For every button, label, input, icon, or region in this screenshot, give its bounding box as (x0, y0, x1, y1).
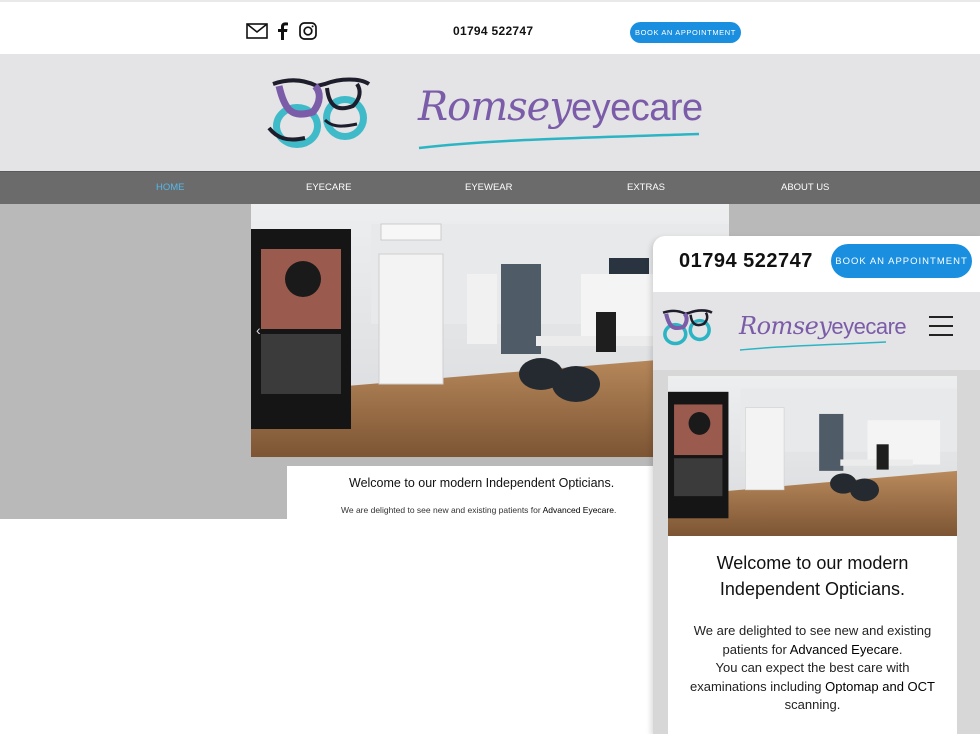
nav-item-eyewear[interactable]: EYEWEAR (465, 182, 513, 193)
mobile-logo-wordmark[interactable]: Romseyeyecare (739, 312, 907, 340)
nav-item-extras[interactable]: EXTRAS (627, 182, 665, 193)
nav-item-about-us[interactable]: ABOUT US (781, 182, 829, 193)
logo-glasses-icon[interactable] (265, 72, 375, 161)
book-appointment-button[interactable]: BOOK AN APPOINTMENT (630, 22, 741, 43)
facebook-icon[interactable] (277, 22, 288, 40)
nav-item-eyecare[interactable]: EYECARE (306, 182, 351, 193)
instagram-icon[interactable] (299, 22, 317, 40)
logo-swoosh (418, 132, 700, 150)
slideshow-prev-arrow-icon[interactable]: ‹ (256, 322, 261, 338)
mail-icon[interactable] (246, 23, 268, 39)
welcome-subtext-strong: Advanced Eyecare (542, 505, 614, 515)
mobile-body-line3: You can expect the best care with (715, 660, 910, 675)
mobile-body-line1: We are delighted to see new and existing (693, 623, 932, 638)
nav-item-home[interactable]: HOME (156, 182, 185, 193)
main-navigation: HOME EYECARE EYEWEAR EXTRAS ABOUT US (0, 171, 980, 204)
mobile-book-appointment-button[interactable]: BOOK AN APPOINTMENT (831, 244, 972, 278)
welcome-subtext: We are delighted to see new and existing… (341, 505, 616, 515)
mobile-welcome-heading-line2: Independent Opticians. (719, 579, 906, 599)
hamburger-menu-icon[interactable] (929, 316, 953, 338)
mobile-body-line2: patients for Advanced Eyecare. (668, 641, 957, 660)
logo-sans-text: eyecare (570, 87, 703, 129)
mobile-body-line4-prefix: examinations including (690, 678, 826, 694)
mobile-phone-number: 01794 522747 (679, 250, 813, 272)
mobile-body-line5: scanning. (784, 697, 841, 712)
mobile-welcome-heading-line1: Welcome to our modern (716, 553, 909, 573)
mobile-welcome-heading: Welcome to our modern Independent Optici… (668, 550, 957, 602)
mobile-preview: 01794 522747 BOOK AN APPOINTMENT Romseye… (653, 236, 980, 734)
mobile-welcome-body: We are delighted to see new and existing… (668, 622, 957, 715)
welcome-subtext-prefix: We are delighted to see new and existing… (341, 505, 543, 515)
header-phone-number: 01794 522747 (453, 24, 534, 38)
mobile-hero-image[interactable] (668, 376, 957, 536)
mobile-logo-swoosh (739, 341, 887, 351)
welcome-subtext-suffix: . (613, 505, 617, 515)
mobile-logo-script-text: Romsey (739, 312, 832, 340)
mobile-logo-glasses-icon[interactable] (659, 306, 715, 355)
logo-script-text: Romsey (418, 84, 572, 130)
mobile-body-line4-strong: Optomap and OCT (825, 678, 935, 694)
mobile-body-line4: examinations including Optomap and OCT (668, 678, 957, 697)
mobile-body-line2-strong: Advanced Eyecare (789, 641, 899, 657)
mobile-body-line2-prefix: patients for (722, 641, 790, 657)
mobile-logo-sans-text: eyecare (831, 314, 907, 339)
welcome-heading: Welcome to our modern Independent Optici… (349, 476, 615, 490)
mobile-body-line2-suffix: . (898, 641, 903, 657)
